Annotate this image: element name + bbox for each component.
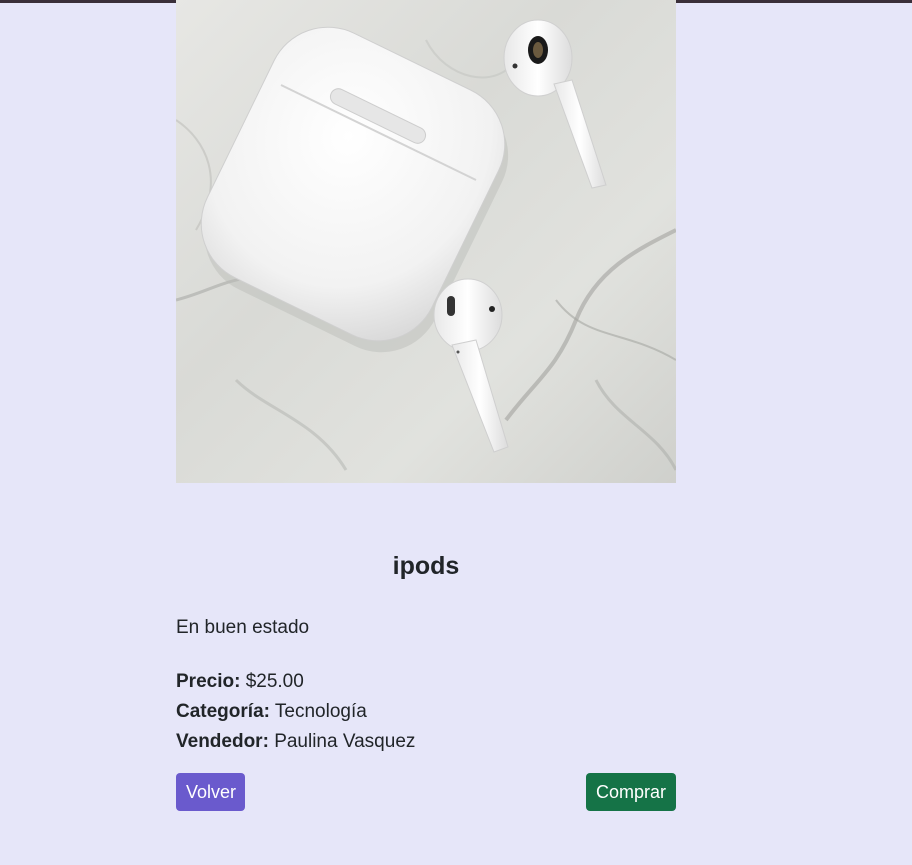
product-description: En buen estado — [176, 617, 310, 638]
seller-value: Paulina Vasquez — [274, 731, 416, 752]
seller-row: Vendedor: Paulina Vasquez — [176, 727, 415, 757]
category-label: Categoría: — [176, 701, 270, 722]
product-card: ipods En buen estado Precio: $25.00 Cate… — [176, 0, 676, 811]
seller-label: Vendedor: — [176, 731, 269, 752]
back-button[interactable]: Volver — [176, 773, 245, 811]
product-image — [176, 0, 676, 483]
price-row: Precio: $25.00 — [176, 667, 415, 697]
product-details: Precio: $25.00 Categoría: Tecnología Ven… — [176, 667, 415, 757]
category-value: Tecnología — [274, 701, 367, 722]
buy-button[interactable]: Comprar — [586, 773, 676, 811]
price-value: $25.00 — [245, 671, 304, 692]
product-title: ipods — [392, 552, 460, 580]
price-label: Precio: — [176, 671, 241, 692]
category-row: Categoría: Tecnología — [176, 697, 415, 727]
